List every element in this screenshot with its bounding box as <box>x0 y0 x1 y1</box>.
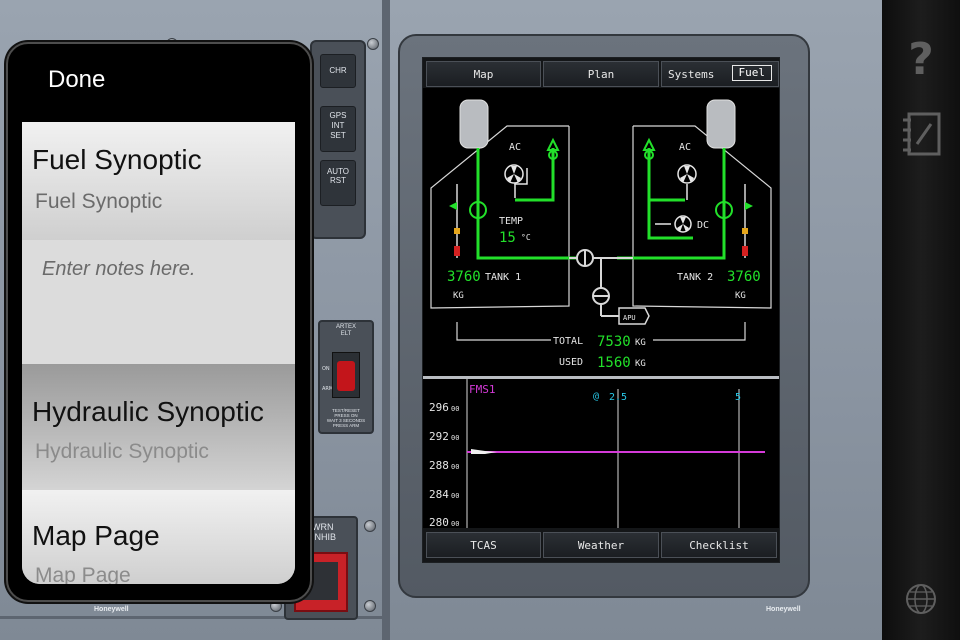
used-value: 1560 <box>597 355 631 371</box>
tab-checklist-label: Checklist <box>689 538 749 552</box>
honeywell-brand-left: Honeywell <box>94 606 129 613</box>
total-unit: KG <box>635 338 646 348</box>
tank2-unit: KG <box>735 291 746 301</box>
tank1-label: TANK 1 <box>485 272 521 283</box>
tab-systems-label: Systems <box>668 67 715 81</box>
help-button[interactable]: ? <box>882 38 960 82</box>
temp-value: 15 <box>499 230 516 246</box>
artex-label: ARTEX ELT <box>336 324 356 337</box>
tab-plan-label: Plan <box>587 67 615 81</box>
chr-button[interactable]: CHR <box>320 54 356 88</box>
altitude-tick-label: 292 <box>429 430 449 443</box>
total-value: 7530 <box>597 334 631 350</box>
clock-unit: CHR GPS INT SET AUTO RST <box>310 40 366 239</box>
right-sidebar: ? <box>882 0 960 640</box>
note-subtitle: Map Page <box>35 564 131 584</box>
screw <box>367 38 379 50</box>
notes-list: Fuel Synoptic Fuel Synoptic Hydraulic Sy… <box>22 122 295 584</box>
temp-unit: °C <box>521 233 531 242</box>
tab-map-label: Map <box>473 67 494 81</box>
note-item-fuel-synoptic[interactable]: Fuel Synoptic Fuel Synoptic <box>22 122 295 240</box>
mfd-bottom-tabbar: TCAS Weather Checklist <box>423 528 779 562</box>
chr-label: CHR <box>329 66 347 75</box>
altitude-tick-suffix: 00 <box>451 405 459 413</box>
mfd-screen: Map Plan Systems Fuel AC AC DC TEMP 15 °… <box>422 57 780 563</box>
vertical-profile-svg: FMS1 @ 2.5 5 296 00 292 00 288 00 284 00… <box>429 379 765 529</box>
globe-button[interactable] <box>882 582 960 616</box>
tank1-value: 3760 <box>447 269 481 285</box>
artex-elt-panel: ARTEX ELT ON ARM TEST/RESET PRESS ON WAI… <box>318 320 374 434</box>
auto-rst-button[interactable]: AUTO RST <box>320 160 356 206</box>
marker-waypoint-icon: @ <box>593 391 599 402</box>
marker2-label: 5 <box>735 392 741 403</box>
artex-on-label: ON <box>322 366 330 372</box>
artex-switch[interactable] <box>332 352 360 398</box>
tab-map[interactable]: Map <box>426 61 541 87</box>
vertical-profile: FMS1 @ 2.5 5 296 00 292 00 288 00 284 00… <box>423 376 779 531</box>
dc-label: DC <box>697 220 709 231</box>
note-subtitle: Fuel Synoptic <box>35 190 163 213</box>
artex-red-toggle <box>337 361 355 391</box>
tab-plan[interactable]: Plan <box>543 61 659 87</box>
ac-right-label: AC <box>679 142 691 153</box>
altitude-tick-suffix: 00 <box>451 434 459 442</box>
note-title: Hydraulic Synoptic <box>32 396 264 427</box>
note-title: Map Page <box>32 520 160 551</box>
panel-seam <box>382 0 390 640</box>
tab-systems[interactable]: Systems Fuel <box>661 61 779 87</box>
done-button[interactable]: Done <box>48 66 105 94</box>
altitude-tick-label: 284 <box>429 488 449 501</box>
total-label: TOTAL <box>553 336 583 347</box>
tab-weather-label: Weather <box>577 538 625 552</box>
tank2-label: TANK 2 <box>677 272 713 283</box>
altitude-tick-suffix: 00 <box>451 463 459 471</box>
tab-tcas-label: TCAS <box>470 538 497 552</box>
gps-int-button[interactable]: GPS INT SET <box>320 106 356 152</box>
used-label: USED <box>559 357 583 368</box>
altitude-tick-label: 296 <box>429 401 449 414</box>
altitude-tick-label: 280 <box>429 516 449 528</box>
notebook-button[interactable] <box>882 112 960 158</box>
wrn-inhib-label: WRN INHIB <box>312 522 337 542</box>
marker1-label: 2.5 <box>609 392 627 403</box>
notebook-icon <box>903 112 941 156</box>
altitude-tick-suffix: 00 <box>451 492 459 500</box>
note-subtitle: Hydraulic Synoptic <box>35 440 209 463</box>
fuel-synoptic: AC AC DC TEMP 15 °C 3760 TANK 1 KG TANK … <box>430 99 772 371</box>
altitude-scale: 296 00 292 00 288 00 284 00 280 00 <box>429 401 459 529</box>
gps-label: GPS INT <box>329 111 347 130</box>
tab-tcas[interactable]: TCAS <box>426 532 541 558</box>
fms-source-label: FMS1 <box>469 383 496 396</box>
used-unit: KG <box>635 359 646 369</box>
tank1-unit: KG <box>453 291 464 301</box>
note-item-map-page[interactable]: Map Page Map Page <box>22 490 295 584</box>
help-icon: ? <box>908 34 934 85</box>
notes-input[interactable] <box>22 240 295 364</box>
tank2-value: 3760 <box>727 269 761 285</box>
altitude-tick-suffix: 00 <box>451 520 459 528</box>
screw <box>364 600 376 612</box>
ac-left-label: AC <box>509 142 521 153</box>
notes-popup: Done Fuel Synoptic Fuel Synoptic Hydraul… <box>6 42 312 602</box>
tab-checklist[interactable]: Checklist <box>661 532 777 558</box>
note-item-hydraulic-synoptic[interactable]: Hydraulic Synoptic Hydraulic Synoptic <box>22 364 295 490</box>
apu-label: APU <box>623 314 636 322</box>
auto-label: AUTO <box>326 167 350 176</box>
rst-label: RST <box>330 176 346 185</box>
temp-label: TEMP <box>499 216 523 227</box>
artex-instructions: TEST/RESET PRESS ON WAIT 3 SECONDS PRESS… <box>326 408 366 428</box>
subtab-fuel[interactable]: Fuel <box>731 65 772 81</box>
note-title: Fuel Synoptic <box>32 144 202 175</box>
honeywell-brand-right: Honeywell <box>766 606 801 613</box>
globe-icon <box>906 584 936 614</box>
set-label: SET <box>330 131 346 140</box>
mfd-top-tabbar: Map Plan Systems Fuel <box>423 58 779 88</box>
tab-weather[interactable]: Weather <box>543 532 659 558</box>
screw <box>364 520 376 532</box>
altitude-tick-label: 288 <box>429 459 449 472</box>
